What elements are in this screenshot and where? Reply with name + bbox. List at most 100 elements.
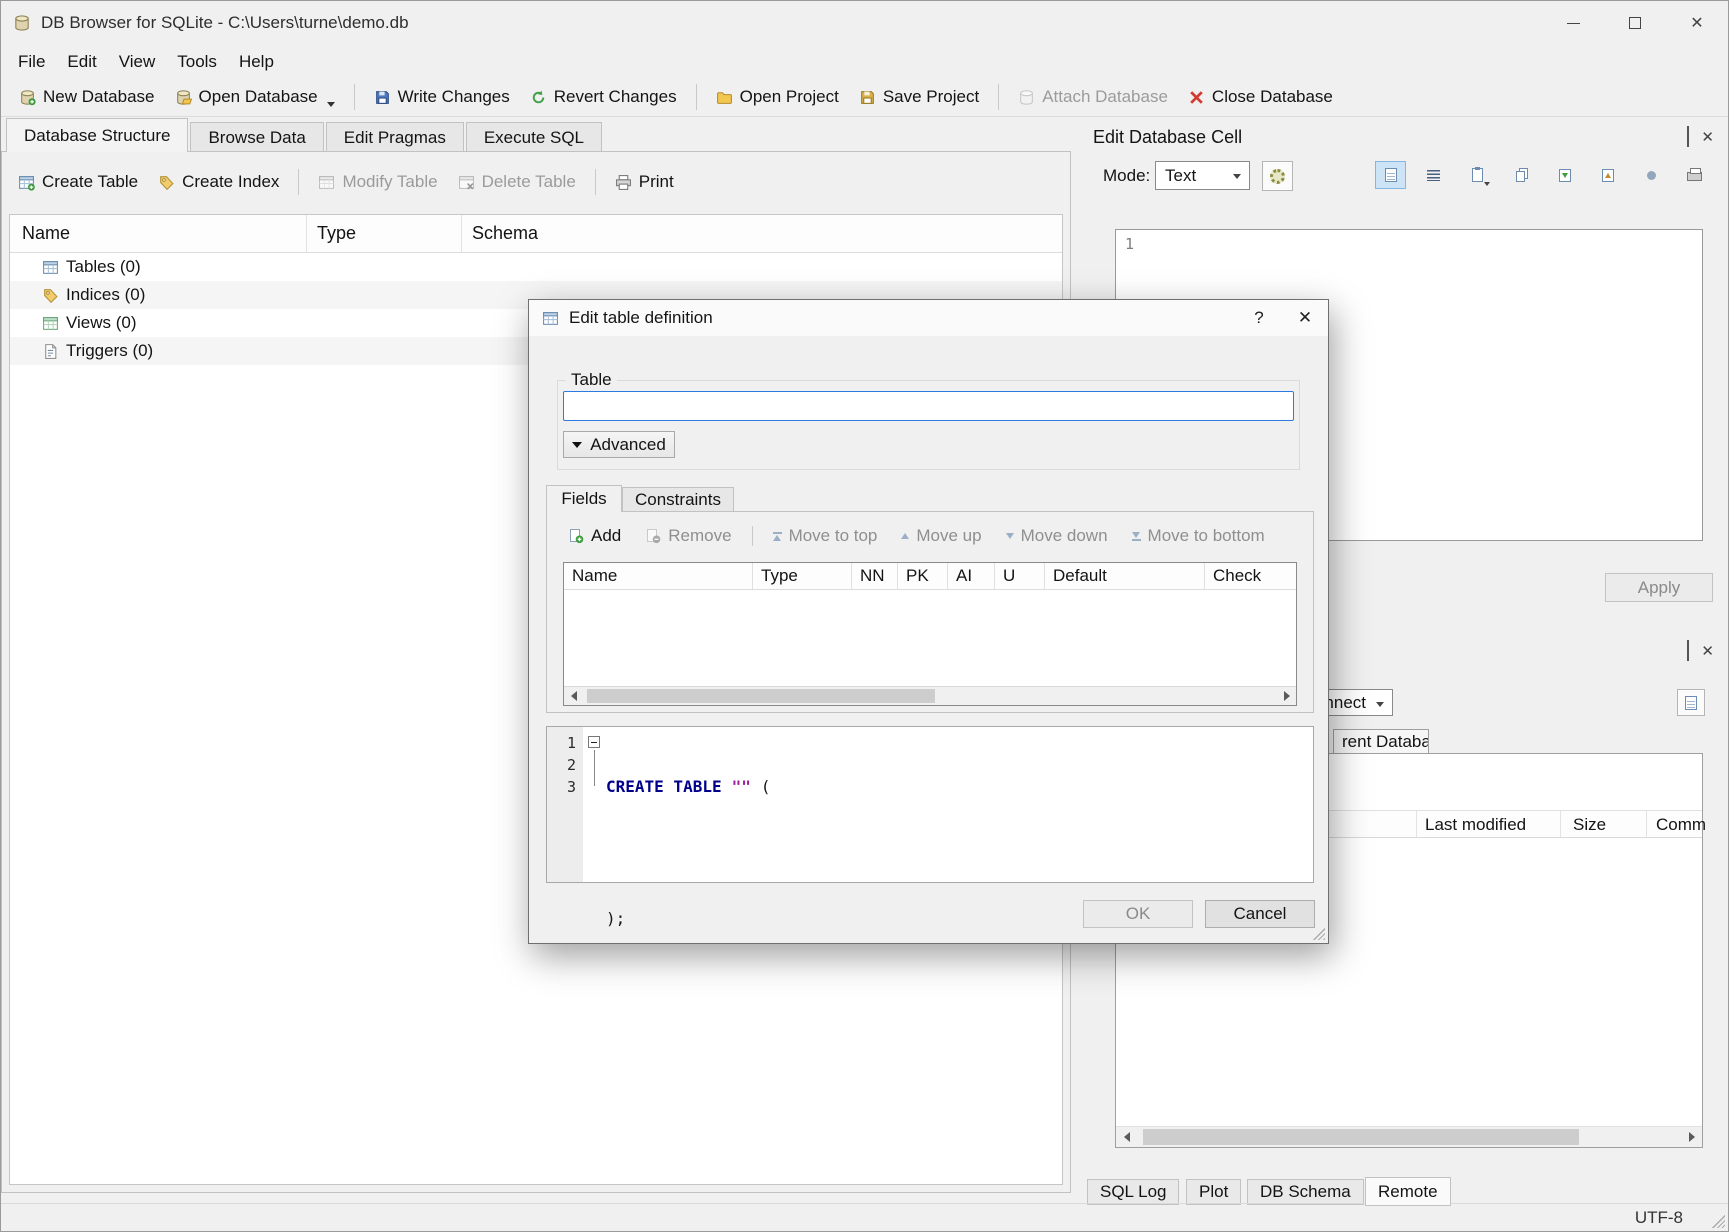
cell-word-wrap-button[interactable]: [1418, 161, 1449, 189]
create-index-label: Create Index: [182, 172, 279, 192]
column-header-ai[interactable]: AI: [948, 563, 995, 589]
maximize-button[interactable]: [1604, 1, 1666, 45]
dock-float-button[interactable]: [1687, 127, 1689, 147]
column-header-type[interactable]: Type: [753, 563, 852, 589]
print-button[interactable]: Print: [605, 167, 684, 197]
clipboard-icon: [1472, 168, 1483, 182]
open-database-button[interactable]: Open Database: [165, 82, 345, 112]
new-database-button[interactable]: New Database: [9, 82, 165, 112]
open-database-label: Open Database: [199, 87, 318, 107]
tab-constraints[interactable]: Constraints: [622, 487, 734, 512]
tab-current-database[interactable]: rent Database: [1333, 729, 1429, 753]
move-up-label: Move up: [916, 526, 981, 546]
scroll-right-button[interactable]: [1277, 687, 1296, 705]
advanced-button[interactable]: Advanced: [563, 431, 675, 458]
toolbar-separator: [595, 169, 596, 195]
line-number: 3: [547, 776, 583, 798]
cell-text-view-button[interactable]: [1375, 161, 1406, 189]
dock-close-button[interactable]: ✕: [1701, 644, 1714, 659]
attach-database-label: Attach Database: [1042, 87, 1168, 107]
remote-horizontal-scrollbar: [1116, 1126, 1702, 1147]
align-justify-icon: [1427, 170, 1440, 181]
column-header-type[interactable]: Type: [307, 215, 462, 252]
column-header-u[interactable]: U: [995, 563, 1045, 589]
scroll-left-button[interactable]: [564, 687, 583, 705]
cell-paste-button[interactable]: [1462, 161, 1493, 189]
column-header-name[interactable]: Name: [564, 563, 753, 589]
tab-sql-log[interactable]: SQL Log: [1087, 1179, 1179, 1205]
sql-open-paren: (: [761, 777, 771, 796]
scroll-right-button[interactable]: [1681, 1127, 1702, 1147]
revert-changes-button[interactable]: Revert Changes: [520, 82, 687, 112]
column-header-check[interactable]: Check: [1205, 563, 1296, 589]
column-header-schema[interactable]: Schema: [462, 215, 1062, 252]
menu-tools[interactable]: Tools: [166, 47, 228, 77]
cancel-button[interactable]: Cancel: [1205, 900, 1315, 928]
dialog-resize-grip[interactable]: [1313, 928, 1325, 940]
cell-null-button[interactable]: [1636, 161, 1667, 189]
remote-panel-button[interactable]: [1677, 689, 1705, 716]
tab-browse-data[interactable]: Browse Data: [190, 122, 323, 152]
column-header-nn[interactable]: NN: [852, 563, 898, 589]
menu-file[interactable]: File: [7, 47, 56, 77]
cell-import-button[interactable]: [1549, 161, 1580, 189]
create-index-button[interactable]: Create Index: [148, 167, 289, 197]
add-icon: [568, 528, 584, 544]
tab-edit-pragmas[interactable]: Edit Pragmas: [326, 122, 464, 152]
column-header-size[interactable]: Size: [1573, 815, 1606, 835]
open-project-button[interactable]: Open Project: [706, 82, 849, 112]
menu-help[interactable]: Help: [228, 47, 285, 77]
column-header-default[interactable]: Default: [1045, 563, 1205, 589]
modify-table-label: Modify Table: [342, 172, 437, 192]
write-changes-button[interactable]: Write Changes: [364, 82, 520, 112]
mode-combobox[interactable]: Text: [1155, 161, 1250, 190]
scrollbar-thumb[interactable]: [587, 689, 935, 703]
menu-edit[interactable]: Edit: [56, 47, 107, 77]
document-icon: [1685, 696, 1697, 710]
cell-print-button[interactable]: [1679, 161, 1710, 189]
table-groupbox: Table Advanced: [557, 380, 1300, 470]
add-field-button[interactable]: Add: [559, 522, 630, 550]
tab-database-structure[interactable]: Database Structure: [6, 118, 188, 152]
close-window-button[interactable]: ✕: [1666, 1, 1728, 45]
scroll-left-button[interactable]: [1116, 1127, 1137, 1147]
tab-remote[interactable]: Remote: [1365, 1177, 1451, 1206]
column-header-commit[interactable]: Comm: [1656, 815, 1706, 835]
menu-view[interactable]: View: [108, 47, 167, 77]
column-header-pk[interactable]: PK: [898, 563, 948, 589]
remove-icon: [645, 528, 661, 544]
tab-execute-sql[interactable]: Execute SQL: [466, 122, 602, 152]
delete-table-label: Delete Table: [482, 172, 576, 192]
sql-preview: 1 2 3 CREATE TABLE""( );: [546, 726, 1314, 883]
tree-row-tables[interactable]: Tables (0): [10, 253, 1062, 281]
tab-fields[interactable]: Fields: [546, 485, 622, 512]
dock-float-button[interactable]: [1687, 641, 1689, 661]
tab-db-schema[interactable]: DB Schema: [1247, 1179, 1364, 1205]
table-name-input[interactable]: [563, 391, 1294, 421]
sql-identifier: "": [732, 777, 751, 796]
open-database-icon: [175, 89, 192, 106]
dialog-icon: [542, 310, 559, 327]
cell-copy-button[interactable]: [1506, 161, 1537, 189]
scrollbar-thumb[interactable]: [1143, 1129, 1579, 1145]
apply-button: Apply: [1605, 573, 1713, 602]
encoding-indicator[interactable]: UTF-8: [1635, 1208, 1683, 1228]
column-header-last-modified[interactable]: Last modified: [1425, 815, 1526, 835]
cell-export-button[interactable]: [1592, 161, 1623, 189]
column-header-name[interactable]: Name: [10, 215, 307, 252]
dock-close-button[interactable]: ✕: [1701, 130, 1714, 145]
fold-marker-icon[interactable]: [588, 736, 600, 748]
open-database-dropdown-arrow[interactable]: [327, 102, 335, 107]
app-window: DB Browser for SQLite - C:\Users\turne\d…: [0, 0, 1729, 1232]
cell-settings-button[interactable]: [1262, 161, 1293, 191]
dialog-close-button[interactable]: ✕: [1282, 300, 1328, 336]
close-database-button[interactable]: Close Database: [1178, 82, 1343, 112]
minimize-button[interactable]: [1542, 1, 1604, 45]
tab-plot[interactable]: Plot: [1186, 1179, 1241, 1205]
save-project-button[interactable]: Save Project: [849, 82, 989, 112]
dialog-help-button[interactable]: ?: [1236, 300, 1282, 336]
app-icon: [13, 14, 31, 32]
modify-table-icon: [318, 174, 335, 191]
window-resize-grip[interactable]: [1712, 1215, 1725, 1228]
create-table-button[interactable]: Create Table: [8, 167, 148, 197]
